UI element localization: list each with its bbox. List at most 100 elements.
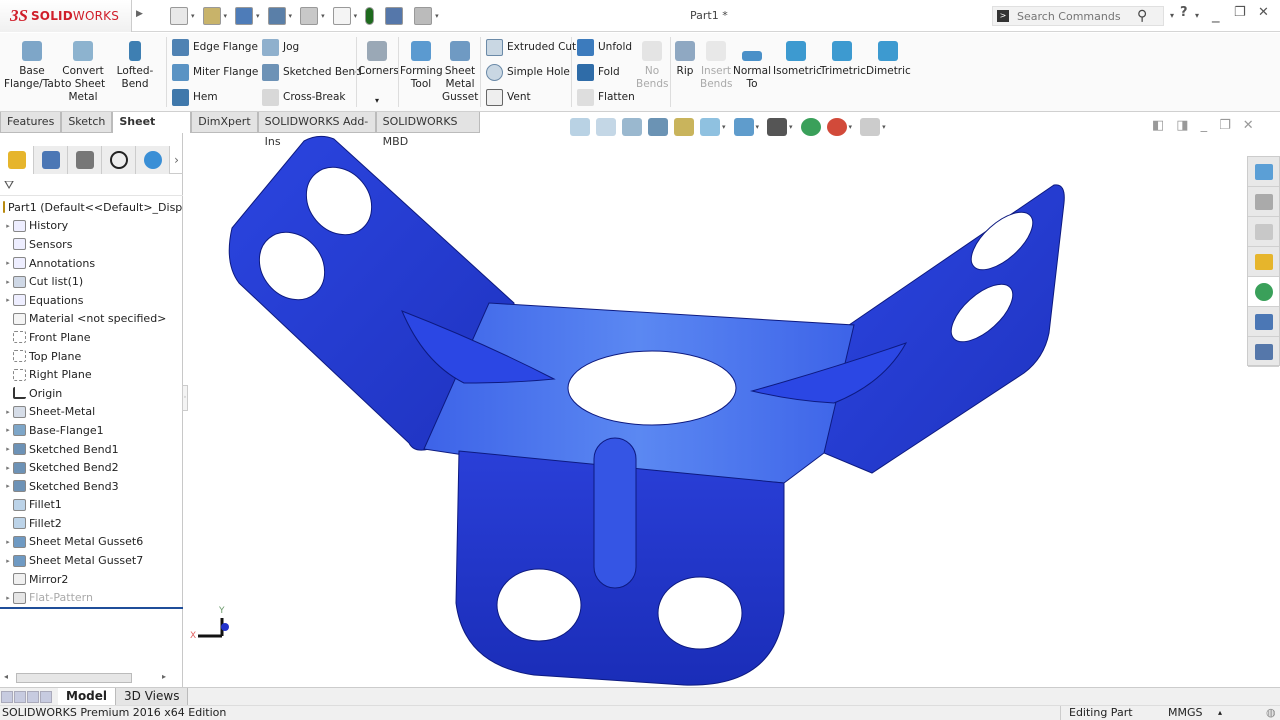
expand-task-pane-icon[interactable]: ◨ — [1176, 118, 1188, 133]
print-icon[interactable] — [267, 7, 286, 25]
task-pane-design-library-tab[interactable] — [1248, 187, 1279, 217]
options-gear-icon[interactable] — [414, 7, 433, 25]
dimetric-button[interactable]: Dimetric — [866, 39, 911, 78]
center-hole[interactable] — [567, 350, 737, 426]
rollback-bar[interactable] — [0, 607, 183, 609]
task-pane-solidworks-resources-tab[interactable] — [1248, 157, 1279, 187]
search-icon[interactable]: ⚲ — [1137, 8, 1147, 24]
open-folder-dropdown-icon[interactable]: ▾ — [224, 12, 228, 20]
tree-node[interactable]: Origin — [0, 384, 183, 403]
insert-bends-button[interactable]: Insert Bends — [700, 39, 732, 91]
corners-dropdown-icon[interactable]: ▾ — [358, 94, 396, 107]
dimxpert-manager-tab[interactable] — [102, 146, 136, 174]
normal-to-button[interactable]: Normal To — [733, 39, 771, 91]
close-button[interactable]: ✕ — [1258, 5, 1269, 20]
extruded-cut-button[interactable]: Extruded Cut — [486, 36, 576, 58]
jog-button[interactable]: Jog — [262, 36, 299, 58]
file-properties-icon[interactable] — [385, 7, 404, 25]
units-dropdown-icon[interactable]: ▴ — [1218, 706, 1222, 720]
task-pane-solidworks-forum-tab[interactable] — [1248, 337, 1279, 367]
tab-sketch[interactable]: Sketch — [61, 112, 113, 133]
expand-arrow-icon[interactable]: ▸ — [3, 594, 13, 602]
filter-bar[interactable] — [0, 176, 183, 196]
tab-features[interactable]: Features — [0, 112, 62, 133]
menu-flyout-arrow-icon[interactable]: ▶ — [136, 9, 143, 19]
sketched-bend-button[interactable]: Sketched Bend — [262, 61, 362, 83]
front-tab-hole-2[interactable] — [657, 576, 743, 650]
viewport-restore-button[interactable]: ❐ — [1219, 118, 1231, 133]
display-manager-tab[interactable] — [136, 146, 170, 174]
options-gear-dropdown-icon[interactable]: ▾ — [435, 12, 439, 20]
isometric-button[interactable]: Isometric — [773, 39, 822, 78]
miter-flange-button[interactable]: Miter Flange — [172, 61, 258, 83]
edge-flange-button[interactable]: Edge Flange — [172, 36, 258, 58]
help-icon[interactable]: ? — [1180, 5, 1188, 20]
lofted-bend-button[interactable]: Lofted-Bend — [106, 39, 164, 91]
convert-to-sheet-metal-button[interactable]: Convert to Sheet Metal — [60, 39, 106, 104]
expand-arrow-icon[interactable]: ▸ — [3, 426, 13, 434]
select-arrow-dropdown-icon[interactable]: ▾ — [354, 12, 358, 20]
expand-arrow-icon[interactable]: ▸ — [3, 408, 13, 416]
task-pane-appearances-scenes-tab[interactable] — [1248, 277, 1279, 307]
scroll-right-icon[interactable]: ▸ — [162, 672, 166, 681]
tree-node[interactable]: Sensors — [0, 235, 183, 254]
viewport-close-button[interactable]: ✕ — [1243, 118, 1254, 133]
front-tab-slot[interactable] — [593, 437, 637, 589]
unfold-button[interactable]: Unfold — [577, 36, 632, 58]
rip-button[interactable]: Rip — [672, 39, 698, 78]
corners-button[interactable]: Corners ▾ — [358, 39, 399, 107]
select-arrow-icon[interactable] — [332, 7, 351, 25]
graphics-viewport[interactable]: X Y — [184, 133, 1246, 687]
task-pane-file-explorer-tab[interactable] — [1248, 217, 1279, 247]
sheet-metal-gusset-button[interactable]: Sheet Metal Gusset — [442, 39, 478, 104]
help-dropdown-icon[interactable]: ▾ — [1195, 11, 1199, 20]
expand-arrow-icon[interactable]: ▸ — [3, 259, 13, 267]
search-commands-input[interactable] — [1017, 9, 1137, 23]
view-orientation-dropdown-icon[interactable]: ▾ — [722, 123, 726, 131]
tree-node[interactable]: ▸ Equations — [0, 291, 183, 310]
previous-tab-button[interactable] — [14, 690, 26, 703]
expand-arrow-icon[interactable]: ▸ — [3, 464, 13, 472]
expand-arrow-icon[interactable]: ▸ — [3, 482, 13, 490]
trimetric-button[interactable]: Trimetric — [820, 39, 866, 78]
new-document-dropdown-icon[interactable]: ▾ — [191, 12, 195, 20]
display-style-dropdown-icon[interactable]: ▾ — [756, 123, 760, 131]
tree-node[interactable]: ▸ Cut list(1) — [0, 272, 183, 291]
collapse-left-pane-icon[interactable]: ◧ — [1152, 118, 1164, 133]
front-tab-hole-1[interactable] — [496, 568, 582, 642]
first-tab-button[interactable] — [1, 690, 13, 703]
expand-arrow-icon[interactable]: ▸ — [3, 222, 13, 230]
units-label[interactable]: MMGS — [1168, 706, 1203, 720]
expand-arrow-icon[interactable]: ▸ — [3, 296, 13, 304]
minimize-button[interactable]: _ — [1212, 5, 1220, 23]
tree-node[interactable]: ▸ History — [0, 217, 183, 236]
fold-button[interactable]: Fold — [577, 61, 620, 83]
forming-tool-button[interactable]: Forming Tool — [400, 39, 443, 91]
tree-node[interactable]: ▸ Annotations — [0, 254, 183, 273]
tree-node[interactable]: Mirror2 — [0, 570, 183, 589]
hem-button[interactable]: Hem — [172, 86, 218, 108]
print-dropdown-icon[interactable]: ▾ — [289, 12, 293, 20]
tree-node[interactable]: ▸ Sketched Bend1 — [0, 440, 183, 459]
flatten-button[interactable]: Flatten — [577, 86, 635, 108]
scroll-left-icon[interactable]: ◂ — [4, 672, 8, 681]
restore-button[interactable]: ❐ — [1234, 5, 1246, 20]
apply-scene-dropdown-icon[interactable]: ▾ — [849, 123, 853, 131]
last-tab-button[interactable] — [40, 690, 52, 703]
undo-icon[interactable] — [300, 7, 319, 25]
tree-root-part1[interactable]: Part1 (Default<<Default>_Displa — [0, 198, 183, 217]
search-commands-box[interactable]: > ⚲ — [992, 6, 1164, 26]
tab-3d-views[interactable]: 3D Views — [116, 687, 189, 706]
tree-node[interactable]: Fillet2 — [0, 514, 183, 533]
tree-node[interactable]: ▸ Sketched Bend3 — [0, 477, 183, 496]
tab-model[interactable]: Model — [58, 687, 117, 706]
tree-node[interactable]: ▸ Sheet Metal Gusset7 — [0, 551, 183, 570]
more-tabs-icon[interactable]: › — [170, 146, 183, 173]
hide-show-items-dropdown-icon[interactable]: ▾ — [789, 123, 793, 131]
undo-dropdown-icon[interactable]: ▾ — [321, 12, 325, 20]
solidworks-logo[interactable]: 3S SOLIDWORKS — [0, 0, 132, 32]
view-settings-dropdown-icon[interactable]: ▾ — [882, 123, 886, 131]
expand-arrow-icon[interactable]: ▸ — [3, 557, 13, 565]
tab-solidworks-add-ins[interactable]: SOLIDWORKS Add-Ins — [257, 112, 376, 148]
tree-node[interactable]: ▸ Flat-Pattern — [0, 588, 183, 607]
